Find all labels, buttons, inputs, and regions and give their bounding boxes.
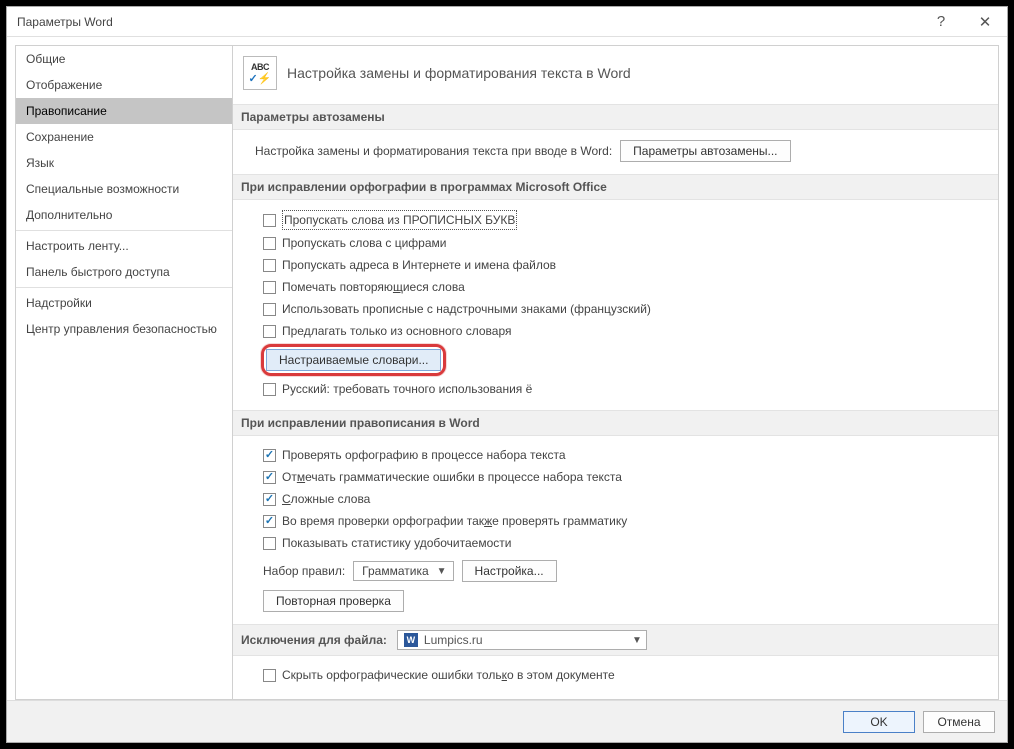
section-autocorrect-title: Параметры автозамены (233, 104, 998, 130)
section-exceptions-header: Исключения для файла: W Lumpics.ru ▼ (233, 624, 998, 656)
sidebar-item[interactable]: Центр управления безопасностью (16, 316, 232, 342)
sidebar-item[interactable]: Общие (16, 46, 232, 72)
checkbox[interactable] (263, 515, 276, 528)
checkbox-label: Показывать статистику удобочитаемости (282, 534, 511, 552)
ok-button[interactable]: OK (843, 711, 915, 733)
sidebar-item[interactable]: Правописание (16, 98, 232, 124)
chevron-down-icon: ▼ (632, 635, 642, 646)
settings-scroll[interactable]: ABC✓⚡ Настройка замены и форматирования … (233, 46, 998, 699)
dialog-footer: OK Отмена (7, 700, 1007, 742)
checkbox[interactable] (263, 449, 276, 462)
checkbox-label: Использовать прописные с надстрочными зн… (282, 300, 651, 318)
panel-header-text: Настройка замены и форматирования текста… (287, 65, 631, 81)
checkbox-label: Пропускать слова из ПРОПИСНЫХ БУКВ (282, 210, 517, 230)
checkbox[interactable] (263, 281, 276, 294)
sidebar-item[interactable]: Специальные возможности (16, 176, 232, 202)
ruleset-dropdown[interactable]: Грамматика ▼ (353, 561, 453, 581)
titlebar: Параметры Word ? ✕ (7, 7, 1007, 37)
checkbox-row[interactable]: Использовать прописные с надстрочными зн… (243, 298, 988, 320)
checkbox[interactable] (263, 303, 276, 316)
close-button[interactable]: ✕ (963, 7, 1007, 37)
checkbox[interactable] (263, 214, 276, 227)
checkbox-row[interactable]: Пропускать адреса в Интернете и имена фа… (243, 254, 988, 276)
office-spell-list: Пропускать слова из ПРОПИСНЫХ БУКВ Пропус… (243, 208, 988, 342)
checkbox-row[interactable]: Проверять орфографию в процессе набора т… (243, 444, 988, 466)
checkbox-label: Отмечать грамматические ошибки в процесс… (282, 468, 622, 486)
options-dialog: Параметры Word ? ✕ ОбщиеОтображениеПраво… (6, 6, 1008, 743)
custom-dictionaries-button[interactable]: Настраиваемые словари... (266, 349, 441, 371)
autocorrect-options-button[interactable]: Параметры автозамены... (620, 140, 790, 162)
sidebar-item[interactable]: Отображение (16, 72, 232, 98)
checkbox-row[interactable]: Пропускать слова из ПРОПИСНЫХ БУКВ (243, 208, 988, 232)
checkbox-row[interactable]: Показывать статистику удобочитаемости (243, 532, 988, 554)
checkbox-row[interactable]: Пропускать слова с цифрами (243, 232, 988, 254)
exceptions-file-name: Lumpics.ru (424, 633, 483, 647)
checkbox-row[interactable]: Предлагать только из основного словаря (243, 320, 988, 342)
ru-yo-row[interactable]: Русский: требовать точного использования… (243, 378, 988, 400)
cancel-button[interactable]: Отмена (923, 711, 995, 733)
checkbox-label: Предлагать только из основного словаря (282, 322, 512, 340)
ru-yo-label: Русский: требовать точного использования… (282, 380, 532, 398)
sidebar-item[interactable]: Язык (16, 150, 232, 176)
autocorrect-desc: Настройка замены и форматирования текста… (255, 144, 612, 158)
word-spell-list: Проверять орфографию в процессе набора т… (243, 444, 988, 554)
checkbox-label: Проверять орфографию в процессе набора т… (282, 446, 566, 464)
checkbox-label: Скрыть орфографические ошибки только в э… (282, 666, 615, 684)
exceptions-file-dropdown[interactable]: W Lumpics.ru ▼ (397, 630, 647, 650)
recheck-button[interactable]: Повторная проверка (263, 590, 404, 612)
exceptions-list: Скрыть орфографические ошибки только в э… (243, 664, 988, 686)
checkbox-row[interactable]: Во время проверки орфографии также прове… (243, 510, 988, 532)
chevron-down-icon: ▼ (437, 566, 447, 577)
ruleset-row: Набор правил: Грамматика ▼ Настройка... (243, 558, 988, 584)
checkbox[interactable] (263, 259, 276, 272)
checkbox[interactable] (263, 669, 276, 682)
ruleset-settings-button[interactable]: Настройка... (462, 560, 557, 582)
checkbox[interactable] (263, 537, 276, 550)
ruleset-label: Набор правил: (263, 564, 345, 578)
checkbox-label: Помечать повторяющиеся слова (282, 278, 465, 296)
checkbox-row[interactable]: Скрыть орфографические ошибки только в э… (243, 664, 988, 686)
word-doc-icon: W (404, 633, 418, 647)
settings-panel: ABC✓⚡ Настройка замены и форматирования … (233, 45, 999, 700)
checkbox-label: Сложные слова (282, 490, 370, 508)
sidebar-item[interactable]: Сохранение (16, 124, 232, 150)
checkbox[interactable] (263, 325, 276, 338)
ru-yo-checkbox[interactable] (263, 383, 276, 396)
sidebar-item[interactable]: Дополнительно (16, 202, 232, 228)
autocorrect-row: Настройка замены и форматирования текста… (243, 138, 988, 164)
content: ОбщиеОтображениеПравописаниеСохранениеЯз… (7, 37, 1007, 700)
sidebar-item[interactable]: Настроить ленту... (16, 233, 232, 259)
section-office-title: При исправлении орфографии в программах … (233, 174, 998, 200)
section-exceptions-title: Исключения для файла: (241, 633, 387, 647)
sidebar-item[interactable]: Панель быстрого доступа (16, 259, 232, 285)
category-sidebar[interactable]: ОбщиеОтображениеПравописаниеСохранениеЯз… (15, 45, 233, 700)
checkbox[interactable] (263, 471, 276, 484)
checkbox-row[interactable]: Отмечать грамматические ошибки в процесс… (243, 466, 988, 488)
recheck-row: Повторная проверка (243, 588, 988, 614)
sidebar-item[interactable]: Надстройки (16, 290, 232, 316)
checkbox-label: Во время проверки орфографии также прове… (282, 512, 627, 530)
dialog-title: Параметры Word (17, 15, 919, 29)
checkbox-row[interactable]: Сложные слова (243, 488, 988, 510)
checkbox-label: Пропускать слова с цифрами (282, 234, 446, 252)
checkbox[interactable] (263, 237, 276, 250)
proofing-icon: ABC✓⚡ (243, 56, 277, 90)
ruleset-value: Грамматика (362, 564, 428, 578)
checkbox-row[interactable]: Помечать повторяющиеся слова (243, 276, 988, 298)
custom-dictionaries-highlight: Настраиваемые словари... (261, 344, 446, 376)
section-word-title: При исправлении правописания в Word (233, 410, 998, 436)
help-button[interactable]: ? (919, 7, 963, 37)
panel-header: ABC✓⚡ Настройка замены и форматирования … (243, 54, 988, 100)
checkbox[interactable] (263, 493, 276, 506)
checkbox-label: Пропускать адреса в Интернете и имена фа… (282, 256, 556, 274)
